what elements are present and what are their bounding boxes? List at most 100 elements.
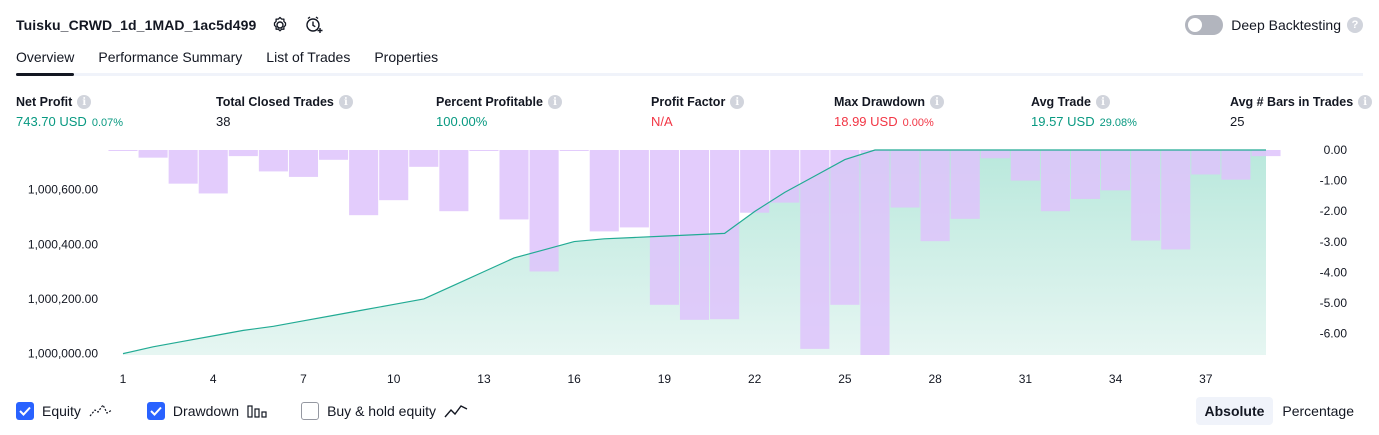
bar-chart-icon — [247, 404, 267, 418]
drawdown-bar — [740, 150, 770, 213]
info-icon[interactable]: i — [1358, 95, 1373, 109]
left-axis-tick: 1,000,200.00 — [28, 292, 98, 306]
add-alert-icon[interactable] — [304, 15, 324, 35]
absolute-button[interactable]: Absolute — [1195, 397, 1274, 425]
buy-hold-checkbox[interactable] — [301, 402, 320, 420]
metric-label: Percent Profitable — [436, 95, 543, 109]
legend-equity[interactable]: Equity — [16, 402, 113, 420]
metric-label: Avg # Bars in Trades — [1230, 95, 1354, 109]
x-axis-tick: 28 — [928, 372, 942, 386]
drawdown-bar — [1131, 150, 1161, 241]
drawdown-bar — [710, 150, 740, 320]
right-axis-tick: -5.00 — [1320, 296, 1348, 310]
drawdown-bar — [920, 150, 950, 242]
left-axis-tick: 1,000,400.00 — [28, 237, 98, 251]
metric-max-drawdown: Max Drawdown i 18.99 USD 0.00% — [834, 94, 944, 129]
drawdown-bar — [1101, 150, 1131, 191]
drawdown-bar — [108, 150, 138, 151]
right-axis-tick: -6.00 — [1320, 327, 1348, 341]
right-axis-tick: -2.00 — [1320, 204, 1348, 218]
left-axis-tick: 1,000,600.00 — [28, 183, 98, 197]
tab-overview[interactable]: Overview — [16, 46, 75, 76]
drawdown-bar — [499, 150, 529, 220]
legend-label: Buy & hold equity — [327, 403, 437, 419]
drawdown-bar — [950, 150, 980, 219]
metric-sub: 0.00% — [902, 117, 934, 129]
help-icon[interactable]: ? — [1347, 17, 1363, 33]
tab-bar: Overview Performance Summary List of Tra… — [16, 46, 462, 76]
drawdown-bar — [198, 150, 228, 194]
deep-backtesting-toggle[interactable] — [1185, 15, 1224, 35]
drawdown-bar — [1010, 150, 1040, 181]
x-axis-tick: 37 — [1199, 372, 1213, 386]
info-icon[interactable]: i — [77, 95, 92, 109]
drawdown-bar — [770, 150, 800, 203]
metric-sub: 29.08% — [1099, 117, 1137, 129]
drawdown-bar — [1040, 150, 1070, 212]
tab-properties[interactable]: Properties — [374, 46, 438, 76]
info-icon[interactable]: i — [1095, 95, 1110, 109]
drawdown-bar — [830, 150, 860, 305]
drawdown-bar — [1161, 150, 1191, 250]
metric-profit-factor: Profit Factor i N/A — [651, 94, 745, 129]
info-icon[interactable]: i — [930, 95, 944, 109]
legend-buy-hold[interactable]: Buy & hold equity — [301, 402, 468, 420]
drawdown-bar — [469, 150, 499, 151]
metric-avg-trade: Avg Trade i 19.57 USD 29.08% — [1031, 94, 1137, 129]
x-axis-tick: 4 — [210, 372, 217, 386]
drawdown-bar — [439, 150, 469, 212]
drawdown-bar — [168, 150, 198, 184]
left-axis-tick: 1,000,000.00 — [28, 347, 98, 361]
drawdown-bar — [379, 150, 409, 201]
drawdown-bar — [1191, 150, 1221, 175]
drawdown-bar — [288, 150, 319, 177]
metric-total-closed-trades: Total Closed Trades i 38 — [216, 94, 353, 129]
tab-list-of-trades[interactable]: List of Trades — [266, 46, 350, 76]
equity-line-icon — [89, 404, 113, 418]
metric-value: 25 — [1230, 114, 1245, 129]
right-axis-tick: -1.00 — [1320, 174, 1348, 188]
legend-drawdown[interactable]: Drawdown — [146, 402, 267, 420]
legend-label: Drawdown — [172, 403, 240, 419]
drawdown-bar — [649, 150, 679, 305]
equity-checkbox[interactable] — [16, 402, 34, 420]
strategy-header: Tuisku_CRWD_1d_1MAD_1ac5d499 — [16, 14, 324, 36]
equity-drawdown-chart[interactable]: 1,000,600.00 1,000,400.00 1,000,200.00 1,00… — [0, 140, 1379, 390]
drawdown-bar — [529, 150, 559, 272]
metric-value: 18.99 USD — [834, 114, 898, 129]
x-axis-tick: 7 — [300, 372, 307, 386]
legend-label: Equity — [42, 403, 81, 419]
info-icon[interactable]: i — [338, 95, 353, 109]
drawdown-bar — [409, 150, 439, 167]
x-axis-tick: 34 — [1109, 372, 1123, 386]
info-icon[interactable]: i — [730, 95, 745, 109]
metric-percent-profitable: Percent Profitable i 100.00% — [436, 94, 562, 129]
metric-label: Max Drawdown — [834, 95, 925, 109]
settings-gear-icon[interactable] — [270, 15, 290, 35]
metric-label: Profit Factor — [651, 95, 726, 109]
right-axis-tick: -4.00 — [1320, 265, 1348, 279]
metric-value: 19.57 USD — [1031, 114, 1095, 129]
value-mode-switch: Absolute Percentage — [1195, 397, 1364, 425]
x-axis-tick: 10 — [387, 372, 401, 386]
drawdown-bar — [980, 150, 1010, 159]
x-axis-tick: 19 — [658, 372, 672, 386]
metric-avg-bars: Avg # Bars in Trades i 25 — [1230, 94, 1373, 129]
drawdown-bar — [138, 150, 168, 158]
metric-net-profit: Net Profit i 743.70 USD 0.07% — [16, 94, 123, 129]
drawdown-bar — [258, 150, 288, 172]
drawdown-bar — [619, 150, 649, 228]
x-axis-tick: 16 — [568, 372, 582, 386]
percentage-button[interactable]: Percentage — [1273, 397, 1363, 425]
strategy-title[interactable]: Tuisku_CRWD_1d_1MAD_1ac5d499 — [16, 17, 256, 33]
metric-label: Avg Trade — [1031, 95, 1091, 109]
x-axis-tick: 31 — [1019, 372, 1033, 386]
drawdown-bar — [860, 150, 890, 355]
tab-performance-summary[interactable]: Performance Summary — [98, 46, 242, 76]
drawdown-checkbox[interactable] — [146, 402, 165, 420]
info-icon[interactable]: i — [547, 95, 562, 109]
drawdown-bar — [589, 150, 619, 232]
chart-legend: Equity Drawdown Buy & hold equity — [16, 400, 502, 422]
metric-value: 100.00% — [436, 114, 488, 129]
x-axis-tick: 22 — [748, 372, 762, 386]
